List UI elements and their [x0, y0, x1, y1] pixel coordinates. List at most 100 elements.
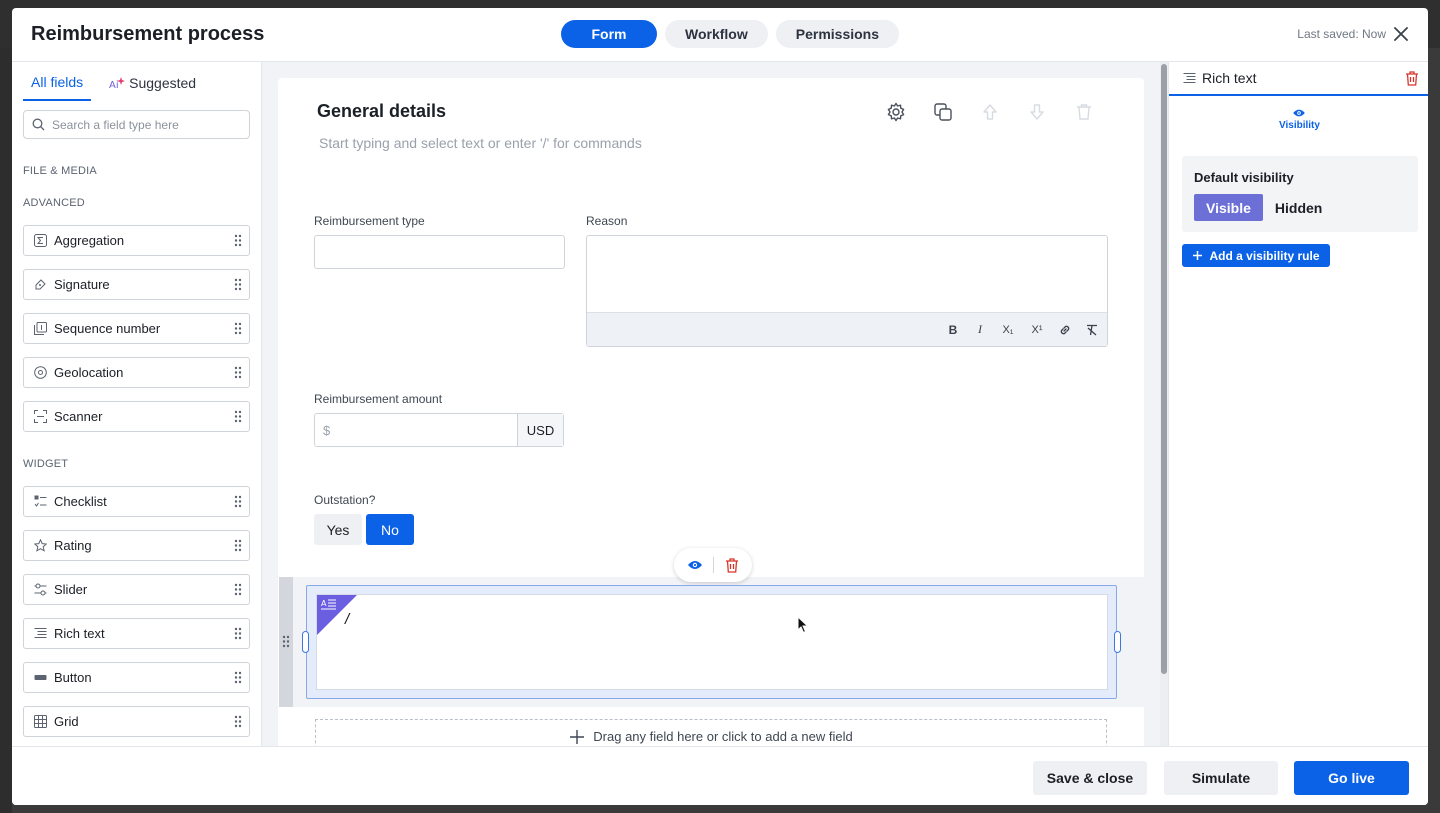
- field-slider[interactable]: Slider: [23, 574, 250, 605]
- plus-icon: [570, 729, 585, 744]
- reimbursement-amount-input[interactable]: $ USD: [314, 413, 564, 447]
- field-rich-text[interactable]: Rich text: [23, 618, 250, 649]
- reimbursement-type-label: Reimbursement type: [314, 214, 425, 228]
- dropzone-text: Drag any field here or click to add a ne…: [593, 729, 853, 744]
- modal-footer: Save & close Simulate Go live: [12, 746, 1428, 805]
- bold-button[interactable]: B: [946, 323, 960, 337]
- field-label: Signature: [54, 277, 110, 292]
- resize-handle-left[interactable]: [302, 631, 309, 653]
- visibility-toggle: Visible Hidden: [1194, 194, 1334, 221]
- drag-handle-icon[interactable]: [234, 322, 242, 335]
- editor-content: /: [345, 611, 350, 628]
- delete-section-icon: [1077, 104, 1091, 120]
- resize-handle-right[interactable]: [1114, 631, 1121, 653]
- visible-option[interactable]: Visible: [1194, 194, 1263, 221]
- tab-form[interactable]: Form: [561, 20, 657, 48]
- currency-addon: USD: [517, 414, 563, 446]
- trash-icon[interactable]: [725, 557, 739, 573]
- field-rating[interactable]: Rating: [23, 530, 250, 561]
- clear-format-icon[interactable]: [1085, 323, 1099, 337]
- tab-workflow[interactable]: Workflow: [665, 20, 768, 48]
- outstation-no-button[interactable]: No: [366, 514, 414, 545]
- scrollbar-thumb[interactable]: [1161, 64, 1167, 674]
- drag-handle-icon[interactable]: [282, 635, 290, 648]
- field-button[interactable]: Button: [23, 662, 250, 693]
- slider-icon: [34, 583, 47, 596]
- subscript-button[interactable]: X₁: [1000, 323, 1016, 337]
- drag-handle-icon[interactable]: [234, 671, 242, 684]
- field-label: Geolocation: [54, 365, 124, 380]
- drag-handle-icon[interactable]: [234, 495, 242, 508]
- field-label: Rich text: [54, 626, 105, 641]
- field-label: Slider: [54, 582, 88, 597]
- form-builder-modal: Reimbursement process Form Workflow Perm…: [12, 8, 1428, 805]
- simulate-button[interactable]: Simulate: [1164, 761, 1278, 795]
- field-aggregation[interactable]: Aggregation: [23, 225, 250, 256]
- rich-text-editor[interactable]: A /: [316, 594, 1108, 690]
- add-visibility-rule-button[interactable]: Add a visibility rule: [1182, 244, 1330, 267]
- field-geolocation[interactable]: Geolocation: [23, 357, 250, 388]
- field-search: [23, 110, 250, 139]
- field-grid[interactable]: Grid: [23, 706, 250, 737]
- tab-visibility[interactable]: Visibility: [1279, 108, 1320, 131]
- add-field-dropzone[interactable]: Drag any field here or click to add a ne…: [315, 719, 1107, 746]
- sequence-icon: [34, 322, 47, 335]
- field-sequence-number[interactable]: Sequence number: [23, 313, 250, 344]
- go-live-button[interactable]: Go live: [1294, 761, 1409, 795]
- superscript-button[interactable]: X¹: [1029, 323, 1045, 337]
- field-label: Grid: [54, 714, 79, 729]
- reimbursement-type-input[interactable]: [314, 235, 565, 269]
- close-icon[interactable]: [1392, 25, 1410, 43]
- field-checklist[interactable]: Checklist: [23, 486, 250, 517]
- rich-text-icon: A: [321, 599, 336, 610]
- drag-handle-icon[interactable]: [234, 234, 242, 247]
- drag-handle-icon[interactable]: [234, 366, 242, 379]
- svg-text:A: A: [321, 599, 327, 608]
- tab-visibility-label: Visibility: [1279, 120, 1320, 131]
- tab-all-fields[interactable]: All fields: [23, 74, 92, 101]
- drag-handle-icon[interactable]: [234, 278, 242, 291]
- italic-button[interactable]: I: [973, 322, 987, 337]
- backdrop-side: [0, 48, 12, 813]
- hidden-option[interactable]: Hidden: [1263, 194, 1334, 221]
- move-up-icon: [983, 104, 997, 120]
- section-file-media: FILE & MEDIA: [23, 165, 97, 177]
- section-description-placeholder[interactable]: Start typing and select text or enter '/…: [319, 135, 642, 151]
- mouse-cursor-icon: [797, 616, 809, 634]
- drag-handle-icon[interactable]: [234, 627, 242, 640]
- search-input[interactable]: [52, 117, 242, 132]
- trash-icon[interactable]: [1405, 71, 1419, 86]
- reason-rich-text-input[interactable]: B I X₁ X¹: [586, 235, 1108, 347]
- field-label: Checklist: [54, 494, 107, 509]
- drag-handle-icon[interactable]: [234, 410, 242, 423]
- tab-permissions[interactable]: Permissions: [775, 20, 900, 48]
- properties-panel: Rich text Visibility Default visibility …: [1168, 62, 1428, 746]
- link-icon[interactable]: [1058, 323, 1072, 337]
- reimbursement-amount-label: Reimbursement amount: [314, 392, 443, 406]
- palette-tabs: All fields Ai Suggested: [23, 74, 214, 101]
- selected-rich-text-field[interactable]: A /: [302, 585, 1121, 699]
- drag-handle-icon[interactable]: [234, 583, 242, 596]
- page-title: Reimbursement process: [31, 23, 265, 45]
- section-title[interactable]: General details: [317, 101, 446, 122]
- eye-icon[interactable]: [687, 559, 703, 571]
- rich-text-icon: [34, 628, 47, 638]
- rich-text-icon: [1183, 72, 1196, 83]
- save-close-button[interactable]: Save & close: [1033, 761, 1147, 795]
- eye-icon: [1293, 109, 1306, 117]
- row-drag-gutter[interactable]: [279, 577, 293, 707]
- field-scanner[interactable]: Scanner: [23, 401, 250, 432]
- star-icon: [34, 539, 47, 552]
- tab-suggested[interactable]: Ai Suggested: [101, 74, 204, 101]
- section-widget: WIDGET: [23, 458, 69, 470]
- field-label: Sequence number: [54, 321, 161, 336]
- gear-icon[interactable]: [886, 102, 906, 122]
- field-signature[interactable]: Signature: [23, 269, 250, 300]
- outstation-yes-button[interactable]: Yes: [314, 514, 362, 545]
- tab-all-fields-label: All fields: [31, 74, 84, 90]
- field-label: Button: [54, 670, 92, 685]
- duplicate-icon[interactable]: [933, 102, 953, 122]
- drag-handle-icon[interactable]: [234, 539, 242, 552]
- drag-handle-icon[interactable]: [234, 715, 242, 728]
- field-label: Rating: [54, 538, 92, 553]
